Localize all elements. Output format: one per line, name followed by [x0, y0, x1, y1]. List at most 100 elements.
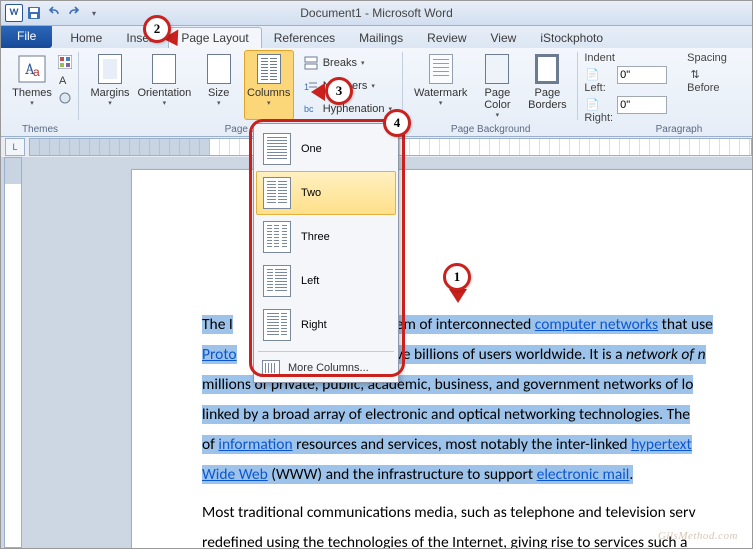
svg-text:bc: bc: [304, 104, 314, 114]
themes-icon: Aa: [16, 53, 48, 85]
orientation-button[interactable]: Orientation▾: [135, 50, 194, 120]
columns-option-one[interactable]: One: [256, 127, 396, 171]
columns-option-label: Three: [301, 231, 330, 243]
tab-home[interactable]: Home: [58, 28, 114, 48]
size-label: Size: [208, 87, 229, 99]
svg-text:A: A: [59, 75, 67, 87]
link-protocol[interactable]: Proto: [202, 345, 237, 364]
indent-heading: Indent: [584, 52, 667, 64]
chevron-down-icon: ▾: [108, 99, 112, 107]
themes-button[interactable]: Aa Themes ▾: [7, 50, 57, 120]
columns-two-icon: [263, 177, 291, 209]
group-themes: Aa Themes ▾ A Themes: [1, 48, 79, 136]
qat-undo-icon[interactable]: [45, 4, 63, 22]
spacing-before-label: ⇅Before: [687, 66, 719, 94]
indent-right-icon: 📄: [584, 96, 600, 112]
text-fragment: serve billions of users worldwide. It is…: [377, 345, 626, 364]
word-app-icon[interactable]: W: [5, 4, 23, 22]
columns-option-two[interactable]: Two: [256, 171, 396, 215]
indent-left-label: 📄Left:: [584, 66, 613, 94]
menu-separator: [258, 351, 394, 352]
group-paragraph: Indent 📄Left: 📄Right: Spacing ⇅Before Pa…: [578, 48, 753, 136]
qat-save-icon[interactable]: [25, 4, 43, 22]
watermark-icon: [425, 53, 457, 85]
columns-one-icon: [263, 133, 291, 165]
group-label-themes: Themes: [1, 124, 79, 135]
qat-customize-icon[interactable]: ▾: [85, 4, 103, 22]
chevron-down-icon: ▾: [371, 82, 375, 90]
page-borders-button[interactable]: Page Borders: [522, 50, 572, 120]
columns-button[interactable]: Columns▾: [244, 50, 294, 120]
tab-mailings[interactable]: Mailings: [347, 28, 415, 48]
columns-option-left[interactable]: Left: [256, 259, 396, 303]
text-fragment: linked by a broad array of electronic an…: [202, 405, 690, 424]
tab-istockphoto[interactable]: iStockphoto: [528, 28, 615, 48]
theme-effects-icon[interactable]: [57, 90, 73, 106]
tab-file[interactable]: File: [1, 26, 52, 48]
text-fragment: The I: [202, 315, 233, 334]
vertical-ruler[interactable]: [4, 157, 22, 548]
link-electronic-mail[interactable]: electronic mail: [537, 465, 630, 484]
link-computer-networks[interactable]: computer networks: [535, 315, 658, 334]
callout-1-arrow: [449, 289, 467, 303]
columns-dropdown-menu: One Two Three Left Right More Columns...: [253, 123, 399, 383]
chevron-down-icon: ▾: [496, 111, 500, 119]
svg-text:a: a: [33, 65, 40, 79]
columns-more-option[interactable]: More Columns...: [256, 356, 396, 382]
columns-three-icon: [263, 221, 291, 253]
tab-references[interactable]: References: [262, 28, 347, 48]
chevron-down-icon: ▾: [267, 99, 271, 107]
text-fragment: of: [202, 435, 218, 454]
link-hypertext[interactable]: hypertext: [631, 435, 692, 454]
margins-button[interactable]: Margins▾: [85, 50, 135, 120]
breaks-label: Breaks: [323, 57, 357, 69]
chevron-down-icon: ▾: [217, 99, 221, 107]
group-label-page-background: Page Background: [403, 124, 578, 135]
tab-selector[interactable]: L: [5, 138, 25, 156]
columns-option-label: Two: [301, 187, 321, 199]
callout-4: 4: [383, 109, 411, 137]
columns-icon: [253, 53, 285, 85]
title-bar: W ▾ Document1 - Microsoft Word: [1, 1, 752, 26]
qat-redo-icon[interactable]: [65, 4, 83, 22]
text-fragment: stem of interconnected: [385, 315, 535, 334]
themes-label: Themes: [12, 87, 52, 99]
link-wide-web[interactable]: Wide Web: [202, 465, 268, 484]
chevron-down-icon: ▾: [30, 99, 34, 107]
window-title: Document1 - Microsoft Word: [1, 6, 752, 20]
svg-text:1: 1: [304, 82, 309, 92]
theme-fonts-icon[interactable]: A: [57, 72, 73, 88]
columns-option-label: Left: [301, 275, 319, 287]
page-borders-icon: [531, 53, 563, 85]
hyphenation-label: Hyphenation: [323, 103, 385, 115]
columns-left-icon: [263, 265, 291, 297]
link-information[interactable]: information: [218, 435, 292, 454]
theme-colors-icon[interactable]: [57, 54, 73, 70]
text-fragment: redefined using the technologies of the …: [202, 533, 687, 548]
callout-1: 1: [443, 263, 471, 291]
tab-view[interactable]: View: [479, 28, 529, 48]
text-fragment: resources and services, most notably the…: [293, 435, 631, 454]
quick-access-toolbar: W ▾: [5, 4, 103, 22]
columns-label: Columns: [247, 87, 290, 99]
size-button[interactable]: Size▾: [194, 50, 244, 120]
callout-3: 3: [325, 77, 353, 105]
breaks-button[interactable]: Breaks ▾: [298, 52, 397, 74]
indent-right-input[interactable]: [617, 96, 667, 114]
page-color-icon: [481, 53, 513, 85]
columns-option-three[interactable]: Three: [256, 215, 396, 259]
page-color-button[interactable]: Page Color▾: [472, 50, 522, 120]
columns-option-label: One: [301, 143, 322, 155]
tab-review[interactable]: Review: [415, 28, 478, 48]
orientation-label: Orientation: [137, 87, 191, 99]
chevron-down-icon: ▾: [439, 99, 443, 107]
document-page[interactable]: The I stem of interconnected computer net…: [131, 169, 752, 548]
spacing-heading: Spacing: [687, 52, 753, 64]
watermark-label: Watermark: [414, 87, 467, 99]
watermark-button[interactable]: Watermark▾: [409, 50, 472, 120]
columns-option-right[interactable]: Right: [256, 303, 396, 347]
indent-left-input[interactable]: [617, 66, 667, 84]
size-icon: [203, 53, 235, 85]
text-fragment: (WWW) and the infrastructure to support: [268, 465, 537, 484]
columns-right-icon: [263, 309, 291, 341]
